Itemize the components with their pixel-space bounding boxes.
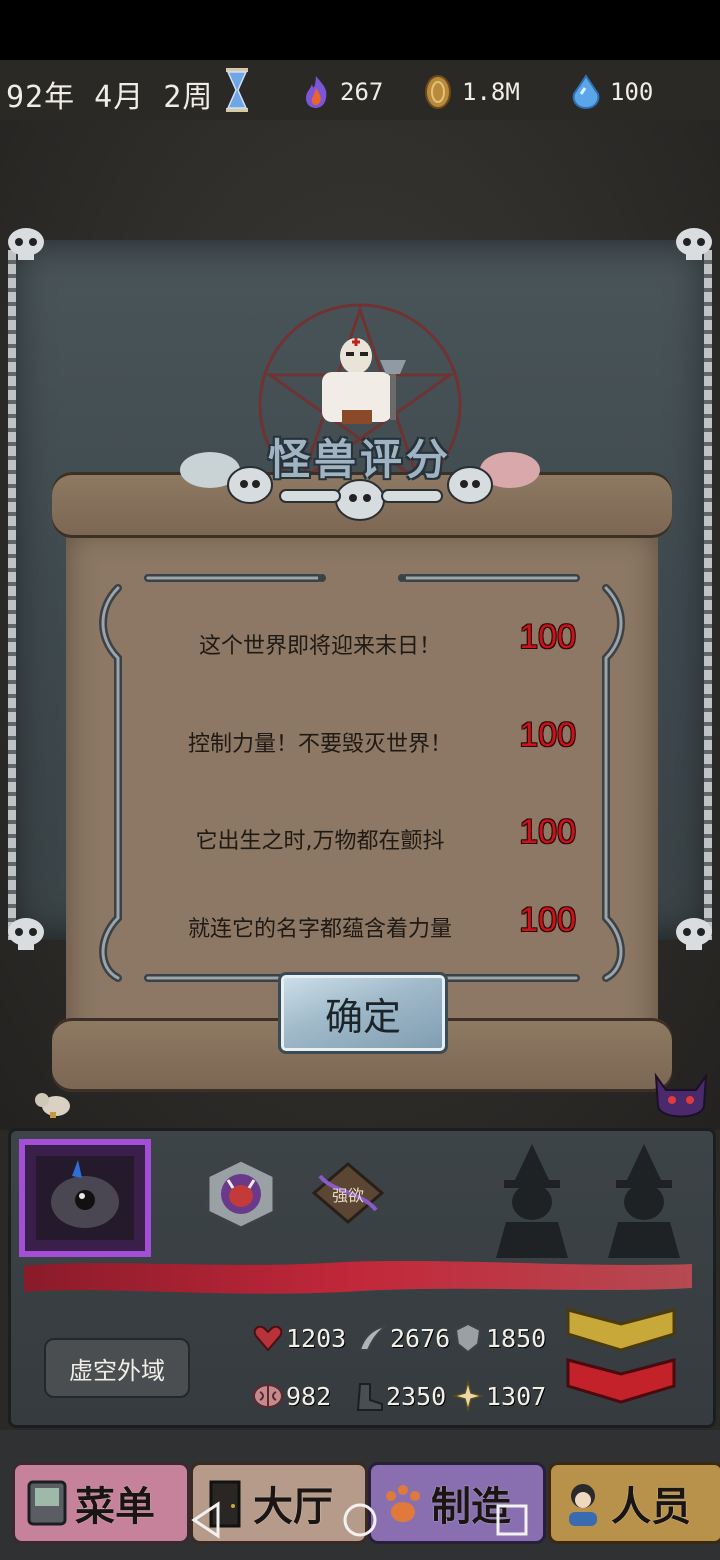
magic-stat: 1307 — [452, 1380, 546, 1412]
score-row-value: 100 — [519, 901, 576, 939]
coin-resource: 1.8M — [422, 74, 520, 110]
left-chain — [8, 250, 16, 940]
small-creature-icon — [35, 1093, 70, 1118]
boot-icon — [356, 1383, 383, 1411]
attack-stat: 2676 — [356, 1322, 450, 1354]
gold-rank-chevron-icon — [566, 1308, 676, 1352]
score-row: 它出生之时,万物都在颤抖 100 — [150, 813, 590, 863]
confirm-button[interactable]: 确定 — [278, 972, 448, 1054]
speed-value: 2350 — [386, 1381, 447, 1411]
recents-icon[interactable] — [496, 1504, 528, 1536]
locked-witch-silhouette[interactable] — [598, 1142, 690, 1260]
water-resource: 100 — [570, 74, 653, 110]
intelligence-stat: 982 — [252, 1380, 331, 1412]
claw-icon — [358, 1325, 387, 1351]
skull-icon — [676, 228, 712, 260]
villain-figure — [322, 338, 406, 424]
red-rank-chevron-icon — [566, 1358, 676, 1404]
score-row-text: 就连它的名字都蕴含着力量 — [187, 917, 452, 942]
fire-value: 267 — [340, 78, 384, 106]
confirm-button-label: 确定 — [324, 994, 401, 1039]
coin-icon — [425, 75, 451, 109]
water-drop-icon — [572, 74, 600, 110]
skull-icon — [676, 918, 712, 950]
score-row: 就连它的名字都蕴含着力量 100 — [150, 901, 590, 951]
score-row: 这个世界即将迎来末日！ 100 — [150, 618, 590, 668]
dialog-title: 怪兽评分 — [267, 435, 452, 484]
right-chain — [704, 250, 712, 940]
shield-icon — [454, 1322, 482, 1354]
demon-head-icon[interactable] — [648, 1066, 714, 1128]
locked-witch-silhouette[interactable] — [486, 1142, 578, 1260]
area-label: 虚空外域 — [69, 1356, 165, 1385]
defense-stat: 1850 — [452, 1322, 546, 1354]
brain-icon — [253, 1384, 283, 1408]
back-icon[interactable] — [191, 1501, 220, 1539]
resource-hud: 92年 4月 2周 267 1.8M 100 — [0, 60, 720, 120]
home-icon[interactable] — [343, 1503, 377, 1537]
fire-resource: 267 — [300, 74, 383, 110]
magic-value: 1307 — [486, 1381, 547, 1411]
hp-value: 1203 — [286, 1323, 347, 1353]
skull-icon — [8, 228, 44, 260]
area-button[interactable]: 虚空外域 — [44, 1338, 190, 1398]
water-value: 100 — [610, 78, 654, 106]
score-row-value: 100 — [519, 618, 576, 656]
heart-icon — [253, 1325, 283, 1352]
hourglass-icon[interactable] — [224, 68, 250, 112]
score-row-text: 这个世界即将迎来末日！ — [198, 634, 441, 659]
attack-value: 2676 — [390, 1323, 451, 1353]
intelligence-value: 982 — [286, 1381, 332, 1411]
blood-health-bar — [24, 1261, 692, 1294]
trait-label: 强欲 — [331, 1186, 364, 1205]
sparkle-icon — [452, 1380, 484, 1412]
fire-icon — [306, 76, 327, 108]
score-row-value: 100 — [519, 716, 576, 754]
skull-icon — [8, 918, 44, 950]
score-row-text: 控制力量！不要毁灭世界！ — [187, 732, 452, 757]
coin-value: 1.8M — [462, 78, 520, 106]
trait-tag[interactable]: 强欲 — [312, 1162, 384, 1224]
hp-stat: 1203 — [252, 1322, 346, 1354]
game-date: 92年 4月 2周 — [6, 80, 214, 115]
speed-stat: 2350 — [352, 1380, 446, 1412]
score-row: 控制力量！不要毁灭世界！ 100 — [150, 716, 590, 766]
score-row-value: 100 — [519, 813, 576, 851]
score-row-text: 它出生之时,万物都在颤抖 — [195, 829, 445, 854]
defense-value: 1850 — [486, 1323, 547, 1353]
monster-portrait[interactable] — [16, 1136, 154, 1260]
demon-badge-icon[interactable] — [204, 1158, 278, 1230]
status-bar — [0, 0, 720, 60]
system-navigation-bar — [191, 1501, 528, 1539]
